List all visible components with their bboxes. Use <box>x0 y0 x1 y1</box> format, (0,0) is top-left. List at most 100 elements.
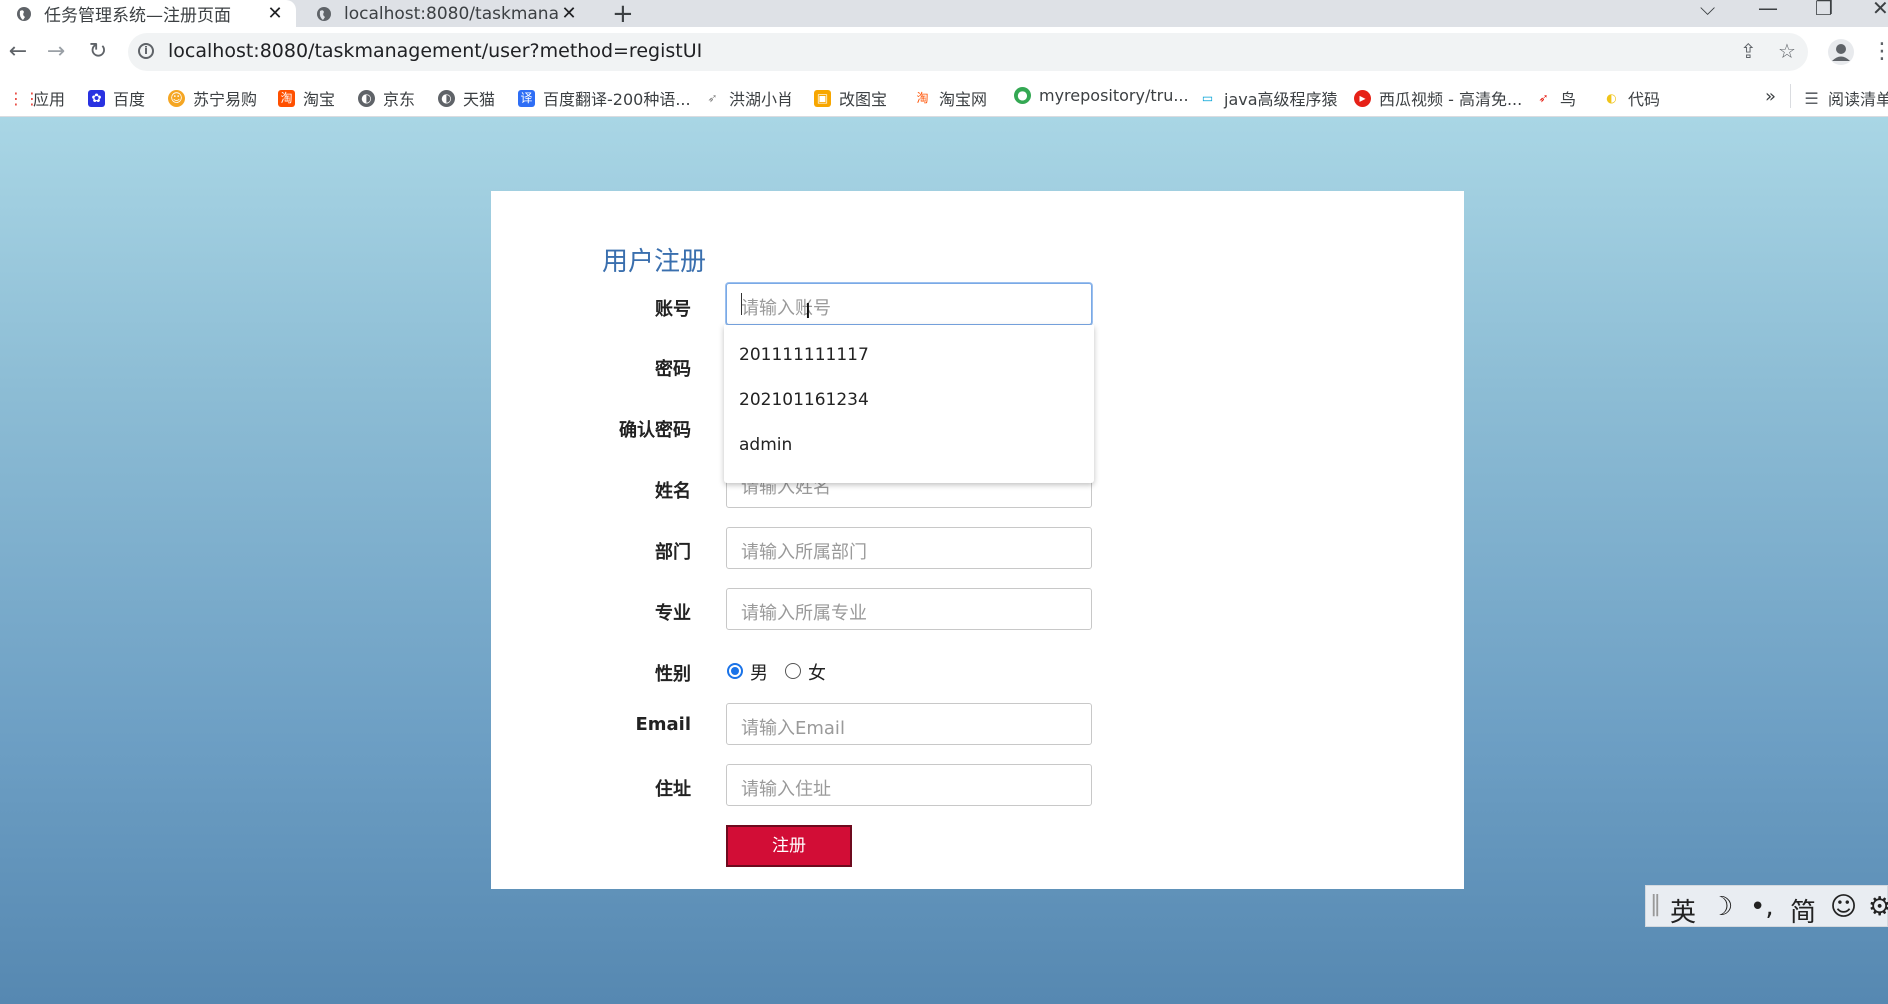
autocomplete-option[interactable]: admin <box>739 435 792 455</box>
password-label: 密码 <box>655 359 691 380</box>
major-label: 专业 <box>655 603 691 624</box>
translate-icon: 译 <box>518 89 535 107</box>
ibeam-cursor-icon: I <box>805 299 811 323</box>
dept-label: 部门 <box>655 542 691 563</box>
bilibili-icon: ▭ <box>1201 90 1214 105</box>
bird-red-icon: ➶ <box>1538 90 1549 105</box>
register-card: 用户注册 账号 请输入账号 I 密码 确认密码 姓名 请输入姓名 2011111… <box>491 191 1464 889</box>
bookmarks-bar: ⋮⋮ 应用 ✿ 百度 ☺ 苏宁易购 淘淘宝 ◐ 京东 ◐ 天猫 译百度翻译-200种语..… <box>0 78 1888 117</box>
account-placeholder: 请输入账号 <box>741 298 831 319</box>
tab-search-icon[interactable]: ⌵ <box>1700 0 1715 20</box>
account-label: 账号 <box>655 299 691 320</box>
site-info-icon[interactable]: i <box>138 43 154 59</box>
bookmarks-overflow-icon[interactable]: » <box>1765 86 1776 107</box>
forward-button[interactable]: → <box>40 34 72 70</box>
bookmark-item[interactable]: ● myrepository/tru... <box>1014 86 1189 105</box>
major-input[interactable]: 请输入所属专业 <box>726 588 1092 630</box>
register-submit-button[interactable]: 注册 <box>726 825 852 867</box>
emoji-icon[interactable]: ☺ <box>1830 892 1857 922</box>
bookmark-item[interactable]: 译百度翻译-200种语... <box>518 86 691 110</box>
gender-label: 性别 <box>655 664 691 685</box>
autocomplete-option[interactable]: 201111111117 <box>739 345 869 365</box>
share-icon[interactable]: ⇪ <box>1740 39 1757 63</box>
tab-register-page[interactable]: 任务管理系统—注册页面 ✕ <box>0 0 296 27</box>
address-input[interactable]: 请输入住址 <box>726 764 1092 806</box>
globe-icon <box>17 6 31 21</box>
bookmark-item[interactable]: ▭ java高级程序猿 <box>1199 86 1338 110</box>
code-icon: ◐ <box>1606 90 1617 105</box>
globe-icon: ◐ <box>438 89 455 107</box>
ime-simplified-toggle[interactable]: 简 <box>1790 892 1816 929</box>
major-placeholder: 请输入所属专业 <box>741 603 867 624</box>
globe-icon <box>317 6 331 21</box>
gender-male-label[interactable]: 男 <box>750 659 768 685</box>
bookmark-item[interactable]: ⋮⋮ 应用 <box>8 86 65 110</box>
browser-toolbar: ← → ↻ i localhost:8080/taskmanagement/us… <box>0 27 1888 78</box>
new-tab-button[interactable]: + <box>612 0 634 29</box>
baidu-paw-icon: ✿ <box>88 89 105 107</box>
bookmark-item[interactable]: ➶ 鸟 <box>1535 86 1576 110</box>
autocomplete-option[interactable]: 202101161234 <box>739 390 869 410</box>
menu-kebab-icon[interactable]: ⋮ <box>1866 34 1888 70</box>
ime-lang-toggle[interactable]: 英 <box>1670 892 1696 929</box>
bookmark-item[interactable]: ◐ 天猫 <box>438 86 495 110</box>
image-icon: ▣ <box>814 89 831 107</box>
bookmark-item[interactable]: 淘淘宝 <box>278 86 335 110</box>
tab-title: localhost:8080/taskmanageme <box>344 3 558 24</box>
restore-button[interactable]: ❐ <box>1815 0 1833 20</box>
taobao-icon: 淘 <box>916 90 929 105</box>
dept-input[interactable]: 请输入所属部门 <box>726 527 1092 569</box>
tab-close-icon[interactable]: ✕ <box>264 3 286 24</box>
profile-avatar-icon[interactable] <box>1828 39 1854 65</box>
confirm-password-label: 确认密码 <box>619 420 691 441</box>
gender-female-label[interactable]: 女 <box>808 659 826 685</box>
bookmark-item[interactable]: 淘淘宝网 <box>914 86 987 110</box>
address-bar[interactable]: i localhost:8080/taskmanagement/user?met… <box>128 33 1808 71</box>
reading-list-button[interactable]: ☰ 阅读清单 <box>1803 86 1888 110</box>
account-autocomplete-dropdown: 201111111117 202101161234 admin <box>724 325 1094 483</box>
gender-male-radio[interactable] <box>727 663 743 679</box>
settings-gear-icon[interactable]: ⚙ <box>1868 892 1888 922</box>
page-title: 用户注册 <box>602 247 707 277</box>
dept-placeholder: 请输入所属部门 <box>741 542 867 563</box>
chrome-icon: ● <box>1014 87 1031 104</box>
address-label: 住址 <box>655 779 691 800</box>
bookmark-item[interactable]: ☺ 苏宁易购 <box>168 86 257 110</box>
email-input[interactable]: 请输入Email <box>726 703 1092 745</box>
bookmark-item[interactable]: ◐ 代码 <box>1603 86 1660 110</box>
bookmark-item[interactable]: ✿ 百度 <box>88 86 145 110</box>
close-window-button[interactable]: ✕ <box>1872 0 1888 20</box>
back-button[interactable]: ← <box>2 34 34 70</box>
tab-localhost[interactable]: localhost:8080/taskmanageme ✕ <box>300 0 590 27</box>
ime-drag-handle[interactable]: ‖ <box>1650 892 1661 917</box>
bookmark-star-icon[interactable]: ☆ <box>1778 39 1796 63</box>
text-caret <box>741 293 742 315</box>
xigua-icon: ▸ <box>1354 89 1371 107</box>
tab-title: 任务管理系统—注册页面 <box>44 6 231 26</box>
bookmark-item[interactable]: ➶ 洪湖小肖 <box>704 86 793 110</box>
address-placeholder: 请输入住址 <box>741 779 831 800</box>
suning-icon: ☺ <box>168 89 185 107</box>
globe-icon: ◐ <box>358 89 375 107</box>
minimize-button[interactable]: — <box>1758 0 1778 20</box>
email-label: Email <box>635 714 691 735</box>
ime-toolbar: ‖ 英 ☽ •, 简 ☺ ⚙ <box>1645 885 1888 929</box>
email-placeholder: 请输入Email <box>741 718 845 739</box>
tab-strip: 任务管理系统—注册页面 ✕ localhost:8080/taskmanagem… <box>0 0 1888 29</box>
bird-icon: ➶ <box>707 90 718 105</box>
name-label: 姓名 <box>655 481 691 502</box>
moon-icon[interactable]: ☽ <box>1710 892 1733 922</box>
taobao-icon: 淘 <box>278 89 295 107</box>
bookmark-item[interactable]: ▣ 改图宝 <box>814 86 887 110</box>
reading-list-icon: ☰ <box>1804 88 1819 108</box>
bookmark-item[interactable]: ◐ 京东 <box>358 86 415 110</box>
punctuation-icon[interactable]: •, <box>1750 892 1774 922</box>
bookmark-item[interactable]: ▸ 西瓜视频 - 高清免... <box>1354 86 1522 110</box>
url-text[interactable]: localhost:8080/taskmanagement/user?metho… <box>168 40 702 62</box>
reload-button[interactable]: ↻ <box>82 34 114 70</box>
account-input[interactable]: 请输入账号 <box>726 283 1092 325</box>
tab-close-icon[interactable]: ✕ <box>558 3 580 24</box>
gender-female-radio[interactable] <box>785 663 801 679</box>
page-background: 用户注册 账号 请输入账号 I 密码 确认密码 姓名 请输入姓名 2011111… <box>0 117 1888 1004</box>
apps-grid-icon: ⋮⋮ <box>8 88 40 108</box>
